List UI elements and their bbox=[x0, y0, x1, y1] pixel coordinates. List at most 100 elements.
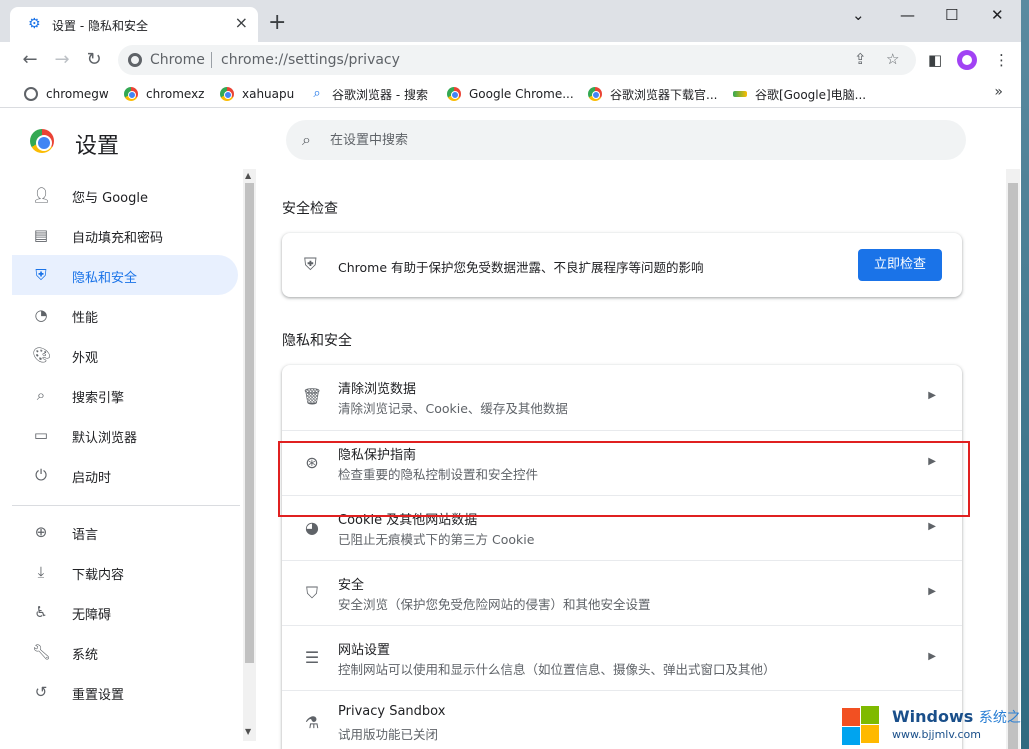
windows-logo-icon bbox=[840, 704, 880, 745]
row-subtitle: 控制网站可以使用和显示什么信息（如位置信息、摄像头、弹出式窗口及其他） bbox=[338, 662, 776, 677]
bookmark-label: chromexz bbox=[146, 87, 205, 101]
row-site-settings[interactable]: ☰ 网站设置 控制网站可以使用和显示什么信息（如位置信息、摄像头、弹出式窗口及其… bbox=[282, 625, 962, 690]
desktop-edge bbox=[1021, 0, 1029, 749]
bookmark-item[interactable]: xahuapu bbox=[220, 85, 294, 103]
sidebar-item-system[interactable]: 🔧︎ 系统 bbox=[12, 632, 238, 672]
tab-search-icon[interactable]: ⌄ bbox=[852, 6, 865, 24]
row-subtitle: 已阻止无痕模式下的第三方 Cookie bbox=[338, 532, 535, 547]
reload-button[interactable]: ↻ bbox=[82, 48, 106, 72]
browser-icon: ▭ bbox=[33, 426, 49, 444]
scroll-down-icon[interactable]: ▼ bbox=[245, 727, 251, 736]
sidebar-item-reset[interactable]: ↺ 重置设置 bbox=[12, 672, 238, 712]
bookmark-item[interactable]: ⌕ 谷歌浏览器 - 搜索 bbox=[310, 85, 428, 103]
site-icon bbox=[733, 91, 747, 97]
menu-icon[interactable]: ⋮ bbox=[994, 51, 1009, 69]
privacy-heading: 隐私和安全 bbox=[282, 333, 352, 349]
trash-icon: 🗑︎ bbox=[302, 387, 323, 406]
bookmark-label: chromegw bbox=[46, 87, 109, 101]
profile-avatar[interactable] bbox=[957, 50, 977, 70]
watermark-url: www.bjjmlv.com bbox=[892, 728, 981, 741]
row-subtitle: 清除浏览记录、Cookie、缓存及其他数据 bbox=[338, 401, 568, 416]
safety-check-heading: 安全检查 bbox=[282, 201, 338, 217]
sidebar-item-you-and-google[interactable]: 👤︎ 您与 Google bbox=[12, 175, 238, 215]
shield-check-icon: ⛨ bbox=[304, 255, 317, 275]
clipboard-icon: ▤ bbox=[33, 226, 49, 244]
address-bar[interactable]: Chrome chrome://settings/privacy ⇪ ☆ bbox=[118, 45, 916, 75]
row-title: 安全 bbox=[338, 578, 365, 593]
scroll-up-icon[interactable]: ▲ bbox=[245, 171, 251, 180]
search-input[interactable] bbox=[330, 130, 930, 150]
chrome-icon bbox=[220, 87, 234, 101]
sidebar-item-languages[interactable]: ⊕ 语言 bbox=[12, 512, 238, 552]
sidebar-item-on-startup[interactable]: ⏻ 启动时 bbox=[12, 455, 238, 495]
row-title: Privacy Sandbox bbox=[338, 704, 446, 719]
sidebar-item-autofill[interactable]: ▤ 自动填充和密码 bbox=[12, 215, 238, 255]
bookmark-item[interactable]: 谷歌浏览器下载官... bbox=[588, 85, 717, 103]
shield-icon: ⛨ bbox=[35, 266, 47, 284]
chevron-right-icon: ▶ bbox=[928, 521, 936, 532]
bookmark-label: xahuapu bbox=[242, 87, 295, 101]
watermark: Windows 系统之家 www.bjjmlv.com bbox=[840, 702, 1029, 746]
search-icon: ⌕ bbox=[313, 86, 321, 101]
scrollbar-thumb[interactable] bbox=[245, 183, 254, 663]
sidebar-item-default-browser[interactable]: ▭ 默认浏览器 bbox=[12, 415, 238, 455]
sidebar-item-appearance[interactable]: 🎨︎ 外观 bbox=[12, 335, 238, 375]
chrome-icon bbox=[124, 87, 138, 101]
check-now-button[interactable]: 立即检查 bbox=[858, 249, 942, 281]
page-title: 设置 bbox=[75, 134, 120, 159]
sidebar-item-label: 启动时 bbox=[72, 471, 112, 486]
close-window-button[interactable]: ✕ bbox=[991, 6, 1004, 24]
minimize-button[interactable]: — bbox=[900, 6, 915, 24]
tab-title: 设置 - 隐私和安全 bbox=[52, 19, 148, 33]
row-title: 网站设置 bbox=[338, 643, 391, 658]
bookmark-item[interactable]: Google Chrome... bbox=[447, 85, 574, 103]
row-security[interactable]: ⛉ 安全 安全浏览（保护您免受危险网站的侵害）和其他安全设置 ▶ bbox=[282, 560, 962, 625]
new-tab-button[interactable]: + bbox=[268, 12, 286, 34]
forward-button[interactable]: → bbox=[50, 48, 74, 72]
sidebar-scrollbar[interactable]: ▲ ▼ bbox=[243, 169, 256, 741]
tune-icon: ☰ bbox=[304, 648, 320, 667]
tab-close-icon[interactable]: × bbox=[235, 15, 248, 31]
sidebar-item-downloads[interactable]: ⤓ 下载内容 bbox=[12, 552, 238, 592]
chevron-right-icon: ▶ bbox=[928, 651, 936, 662]
back-button[interactable]: ← bbox=[18, 48, 42, 72]
chevron-double-right-icon[interactable]: » bbox=[994, 84, 1003, 100]
security-shield-icon: ⛉ bbox=[305, 583, 318, 602]
sidebar-item-label: 默认浏览器 bbox=[72, 431, 138, 446]
maximize-button[interactable]: ☐ bbox=[945, 6, 958, 24]
chevron-right-icon: ▶ bbox=[928, 586, 936, 597]
bookmark-item[interactable]: chromegw bbox=[24, 85, 109, 103]
reset-icon: ↺ bbox=[34, 683, 48, 701]
scrollbar-thumb[interactable] bbox=[1008, 183, 1018, 749]
side-panel-icon[interactable]: ◧ bbox=[928, 51, 942, 69]
chrome-icon bbox=[588, 87, 602, 101]
sidebar-item-search-engine[interactable]: ⌕ 搜索引擎 bbox=[12, 375, 238, 415]
accessibility-icon: ♿︎ bbox=[34, 603, 48, 621]
sidebar-item-label: 性能 bbox=[72, 311, 99, 326]
sidebar-item-accessibility[interactable]: ♿︎ 无障碍 bbox=[12, 592, 238, 632]
bookmark-item[interactable]: chromexz bbox=[124, 85, 204, 103]
settings-search[interactable]: ⌕ bbox=[286, 120, 966, 160]
bookmark-label: Google Chrome... bbox=[469, 87, 574, 101]
chevron-right-icon: ▶ bbox=[928, 390, 936, 401]
bookmark-item[interactable]: 谷歌[Google]电脑... bbox=[733, 85, 866, 103]
flask-icon: ⚗ bbox=[304, 713, 320, 732]
row-title: 清除浏览数据 bbox=[338, 382, 417, 397]
sidebar-item-label: 搜索引擎 bbox=[72, 391, 125, 406]
address-chip: Chrome bbox=[150, 52, 205, 68]
row-subtitle: 试用版功能已关闭 bbox=[338, 727, 439, 742]
search-icon: ⌕ bbox=[302, 130, 311, 149]
chrome-logo-icon bbox=[30, 129, 54, 153]
main-scrollbar[interactable] bbox=[1006, 169, 1020, 749]
share-icon[interactable]: ⇪ bbox=[854, 50, 867, 68]
browser-window: ⚙ 设置 - 隐私和安全 × + ⌄ — ☐ ✕ ← → ↻ Chrome ch… bbox=[0, 0, 1029, 749]
row-clear-browsing-data[interactable]: 🗑︎ 清除浏览数据 清除浏览记录、Cookie、缓存及其他数据 ▶ bbox=[282, 365, 962, 430]
url-text[interactable]: chrome://settings/privacy bbox=[221, 52, 400, 68]
safety-check-text: Chrome 有助于保护您免受数据泄露、不良扩展程序等问题的影响 bbox=[338, 260, 704, 275]
bookmark-label: 谷歌浏览器 - 搜索 bbox=[332, 87, 428, 102]
tab-settings[interactable]: ⚙ 设置 - 隐私和安全 × bbox=[10, 7, 258, 42]
sidebar-item-privacy[interactable]: ⛨ 隐私和安全 bbox=[12, 255, 238, 295]
sidebar-item-performance[interactable]: ◔ 性能 bbox=[12, 295, 238, 335]
bookmark-star-icon[interactable]: ☆ bbox=[886, 50, 899, 68]
sidebar-divider bbox=[12, 505, 240, 506]
